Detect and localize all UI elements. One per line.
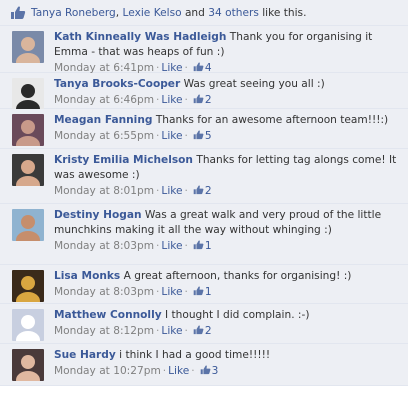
avatar[interactable]: [12, 309, 44, 341]
meta-separator: ·: [184, 94, 188, 106]
comment-timestamp[interactable]: Monday at 6:55pm: [54, 130, 154, 142]
thumbs-up-icon[interactable]: [193, 185, 204, 195]
comment-timestamp[interactable]: Monday at 6:46pm: [54, 94, 154, 106]
comment-text: Was great seeing you all :): [183, 78, 325, 90]
meta-separator: ·: [156, 94, 160, 106]
thumbs-up-icon[interactable]: [193, 325, 204, 335]
like-count[interactable]: 3: [212, 365, 219, 377]
meta-separator: ·: [156, 240, 160, 252]
liker-link[interactable]: Lexie Kelso: [123, 7, 182, 19]
avatar[interactable]: [12, 270, 44, 302]
liker-link[interactable]: Tanya Roneberg: [31, 7, 116, 19]
meta-separator: ·: [184, 240, 188, 252]
thumbs-up-icon[interactable]: [193, 286, 204, 296]
comment-item: Meagan Fanning Thanks for an awesome aft…: [0, 109, 408, 149]
meta-separator: ·: [156, 185, 160, 197]
like-count[interactable]: 1: [205, 240, 212, 252]
meta-separator: ·: [156, 130, 160, 142]
comment-author-link[interactable]: Kristy Emilia Michelson: [54, 154, 193, 166]
comment-timestamp[interactable]: Monday at 8:01pm: [54, 185, 154, 197]
meta-separator: ·: [184, 185, 188, 197]
comment-timestamp[interactable]: Monday at 10:27pm: [54, 365, 161, 377]
meta-separator: ·: [184, 286, 188, 298]
meta-separator: ·: [162, 365, 167, 377]
meta-separator: ·: [156, 325, 160, 337]
like-link[interactable]: Like: [161, 240, 182, 252]
comment-item: Matthew Connolly I thought I did complai…: [0, 304, 408, 344]
comment-author-link[interactable]: Kath Kinneally Was Hadleigh: [54, 31, 226, 43]
like-count[interactable]: 2: [205, 185, 212, 197]
comment-item: Sue Hardy i think I had a good time!!!!!…: [0, 344, 408, 386]
comment-body: Lisa Monks A great afternoon, thanks for…: [54, 269, 400, 284]
comment-text: Thanks for an awesome afternoon team!!!:…: [155, 114, 389, 126]
like-link[interactable]: Like: [161, 325, 182, 337]
comment-body: Meagan Fanning Thanks for an awesome aft…: [54, 113, 400, 128]
avatar[interactable]: [12, 154, 44, 186]
like-count[interactable]: 1: [205, 286, 212, 298]
comment-meta: Monday at 6:55pm · Like · 5: [54, 129, 400, 144]
others-link[interactable]: 34 others: [208, 7, 259, 19]
comments-panel: Tanya Roneberg, Lexie Kelso and 34 other…: [0, 0, 408, 407]
like-link[interactable]: Like: [161, 286, 182, 298]
thumbs-up-icon[interactable]: [193, 130, 204, 140]
likes-bar: Tanya Roneberg, Lexie Kelso and 34 other…: [0, 0, 408, 26]
meta-separator: ·: [184, 325, 188, 337]
thumbs-up-icon[interactable]: [200, 365, 211, 375]
thumbs-up-icon[interactable]: [193, 62, 204, 72]
comment-author-link[interactable]: Matthew Connolly: [54, 309, 162, 321]
comment-body: Destiny Hogan Was a great walk and very …: [54, 208, 400, 238]
comment-author-link[interactable]: Lisa Monks: [54, 270, 120, 282]
avatar[interactable]: [12, 31, 44, 63]
comment-item: Lisa Monks A great afternoon, thanks for…: [0, 265, 408, 304]
avatar[interactable]: [12, 78, 44, 110]
avatar[interactable]: [12, 209, 44, 241]
comment-author-link[interactable]: Sue Hardy: [54, 349, 116, 361]
comment-item: Destiny Hogan Was a great walk and very …: [0, 204, 408, 265]
comment-meta: Monday at 10:27pm · Like · 3: [54, 364, 400, 379]
likes-and-text: and: [181, 6, 209, 19]
comment-body: Kristy Emilia Michelson Thanks for letti…: [54, 153, 400, 183]
comment-author-link[interactable]: Destiny Hogan: [54, 209, 142, 221]
comment-body: Kath Kinneally Was Hadleigh Thank you fo…: [54, 30, 400, 60]
like-count[interactable]: 5: [205, 130, 212, 142]
comment-meta: Monday at 8:03pm · Like · 1: [54, 239, 400, 254]
comment-item: Kath Kinneally Was Hadleigh Thank you fo…: [0, 26, 408, 74]
comment-body: Matthew Connolly I thought I did complai…: [54, 308, 400, 323]
comment-text: i think I had a good time!!!!!: [119, 349, 271, 361]
meta-separator: ·: [184, 130, 188, 142]
comment-author-link[interactable]: Meagan Fanning: [54, 114, 152, 126]
like-link[interactable]: Like: [161, 130, 182, 142]
likes-text: Tanya Roneberg, Lexie Kelso and 34 other…: [31, 7, 306, 19]
like-link[interactable]: Like: [161, 185, 182, 197]
thumbs-up-icon: [11, 6, 26, 19]
comment-meta: Monday at 8:03pm · Like · 1: [54, 285, 400, 300]
like-count[interactable]: 2: [205, 325, 212, 337]
comment-timestamp[interactable]: Monday at 8:03pm: [54, 240, 154, 252]
comment-timestamp[interactable]: Monday at 8:03pm: [54, 286, 154, 298]
thumbs-up-icon[interactable]: [193, 94, 204, 104]
comment-body: Tanya Brooks-Cooper Was great seeing you…: [54, 77, 400, 92]
like-link[interactable]: Like: [168, 365, 189, 377]
comment-meta: Monday at 6:46pm · Like · 2: [54, 93, 400, 108]
meta-separator: ·: [191, 365, 195, 377]
avatar[interactable]: [12, 349, 44, 381]
comment-meta: Monday at 8:12pm · Like · 2: [54, 324, 400, 339]
comment-list: Kath Kinneally Was Hadleigh Thank you fo…: [0, 26, 408, 386]
meta-separator: ·: [156, 286, 160, 298]
like-link[interactable]: Like: [161, 94, 182, 106]
likes-suffix: like this.: [258, 6, 307, 19]
avatar[interactable]: [12, 114, 44, 146]
comment-timestamp[interactable]: Monday at 8:12pm: [54, 325, 154, 337]
likes-separator: ,: [115, 6, 123, 19]
comment-item: Tanya Brooks-Cooper Was great seeing you…: [0, 73, 408, 110]
comment-item: Kristy Emilia Michelson Thanks for letti…: [0, 149, 408, 204]
comment-body: Sue Hardy i think I had a good time!!!!!: [54, 348, 400, 363]
thumbs-up-icon[interactable]: [193, 240, 204, 250]
comment-text: I thought I did complain. :-): [164, 309, 310, 321]
comment-author-link[interactable]: Tanya Brooks-Cooper: [54, 78, 180, 90]
comment-meta: Monday at 8:01pm · Like · 2: [54, 184, 400, 199]
comment-text: A great afternoon, thanks for organising…: [123, 270, 352, 282]
like-count[interactable]: 2: [205, 94, 212, 106]
